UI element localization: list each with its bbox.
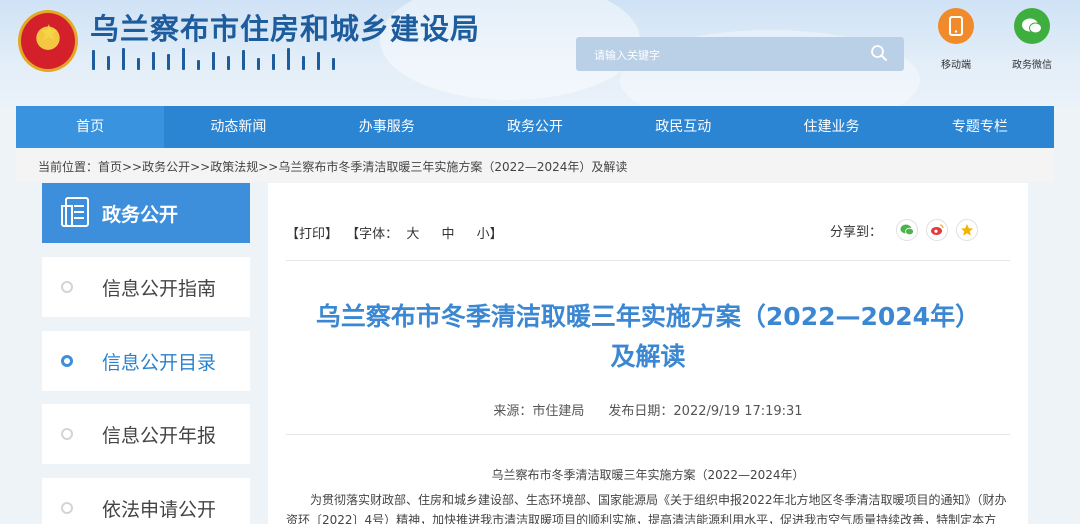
wechat-link[interactable]: 政务微信 [1002,8,1062,71]
font-small-button[interactable]: 小】 [477,227,503,242]
font-large-button[interactable]: 大 [406,227,419,242]
article-panel: 【打印】 【字体： 大 中 小】 分享到： 乌兰察布市冬季清洁取暖三年实施方案（… [268,183,1028,524]
article-title-line: 乌兰察布市冬季清洁取暖三年实施方案（2022—2024年） [315,302,981,331]
sidebar-item-label: 信息公开年报 [102,425,217,447]
bullet-icon [61,355,73,367]
sidebar-item-disclosure-guide[interactable]: 信息公开指南 [42,257,250,317]
nav-item-construction[interactable]: 住建业务 [757,106,905,148]
share-bar: 分享到： [830,219,978,241]
print-button[interactable]: 【打印】 [286,227,338,242]
nav-item-special-topics[interactable]: 专题专栏 [906,106,1054,148]
site-header: ★ 乌兰察布市住房和城乡建设局 请输入关键字 移动端 政务微信 [0,0,1080,106]
bullet-icon [61,502,73,514]
site-title[interactable]: 乌兰察布市住房和城乡建设局 [90,6,480,48]
article-subtitle: 乌兰察布市冬季清洁取暖三年实施方案（2022—2024年） [491,468,805,482]
article-toolbar: 【打印】 【字体： 大 中 小】 [286,223,507,242]
article-title: 乌兰察布市冬季清洁取暖三年实施方案（2022—2024年） 及解读 [268,297,1028,377]
bullet-icon [61,428,73,440]
article-title-line: 及解读 [610,342,686,371]
sidebar-item-disclosure-catalog[interactable]: 信息公开目录 [42,331,250,391]
article-paragraph: 为贯彻落实财政部、住房和城乡建设部、生态环境部、国家能源局《关于组织申报2022… [286,493,1007,524]
nav-item-news[interactable]: 动态新闻 [164,106,312,148]
sidebar-title: 政务公开 [102,204,179,226]
font-size-label: 【字体： [346,227,399,242]
nav-item-interaction[interactable]: 政民互动 [609,106,757,148]
search-input[interactable]: 请输入关键字 [594,47,660,63]
sidebar-item-apply-disclosure[interactable]: 依法申请公开 [42,478,250,524]
divider [286,260,1010,261]
article-source: 来源：市住建局 [493,404,585,419]
wechat-link-label: 政务微信 [1012,60,1052,71]
national-emblem-icon: ★ [18,10,78,72]
wechat-share-icon[interactable] [896,219,918,241]
font-medium-button[interactable]: 中 [441,227,454,242]
search-box[interactable]: 请输入关键字 [576,37,904,71]
mobile-link-label: 移动端 [941,60,971,71]
phone-icon [938,8,974,44]
share-label: 分享到： [829,224,882,240]
wechat-icon [1014,8,1050,44]
weibo-share-icon[interactable] [926,219,948,241]
breadcrumb[interactable]: 当前位置：首页>>政务公开>>政策法规>>乌兰察布市冬季清洁取暖三年实施方案（2… [38,158,627,175]
qzone-share-icon[interactable] [956,219,978,241]
bullet-icon [61,281,73,293]
search-icon[interactable] [870,44,888,62]
main-nav: 首页 动态新闻 办事服务 政务公开 政民互动 住建业务 专题专栏 [16,106,1054,148]
mobile-link[interactable]: 移动端 [926,8,986,71]
article-meta: 来源：市住建局 发布日期：2022/9/19 17:19:31 [268,400,1028,419]
breadcrumb-bar: 当前位置：首页>>政务公开>>政策法规>>乌兰察布市冬季清洁取暖三年实施方案（2… [16,148,1054,182]
sidebar-item-label: 信息公开目录 [102,352,217,374]
nav-item-home[interactable]: 首页 [16,106,165,148]
sidebar-header: 政务公开 [42,183,250,243]
document-icon [61,197,89,227]
sidebar-item-annual-report[interactable]: 信息公开年报 [42,404,250,464]
publish-date: 发布日期：2022/9/19 17:19:31 [608,404,803,419]
nav-item-services[interactable]: 办事服务 [313,106,461,148]
divider [286,434,1010,435]
nav-item-government-affairs[interactable]: 政务公开 [461,106,609,148]
sidebar-item-label: 信息公开指南 [102,278,217,300]
sidebar-item-label: 依法申请公开 [102,499,217,521]
mongolian-script-title [92,46,372,70]
